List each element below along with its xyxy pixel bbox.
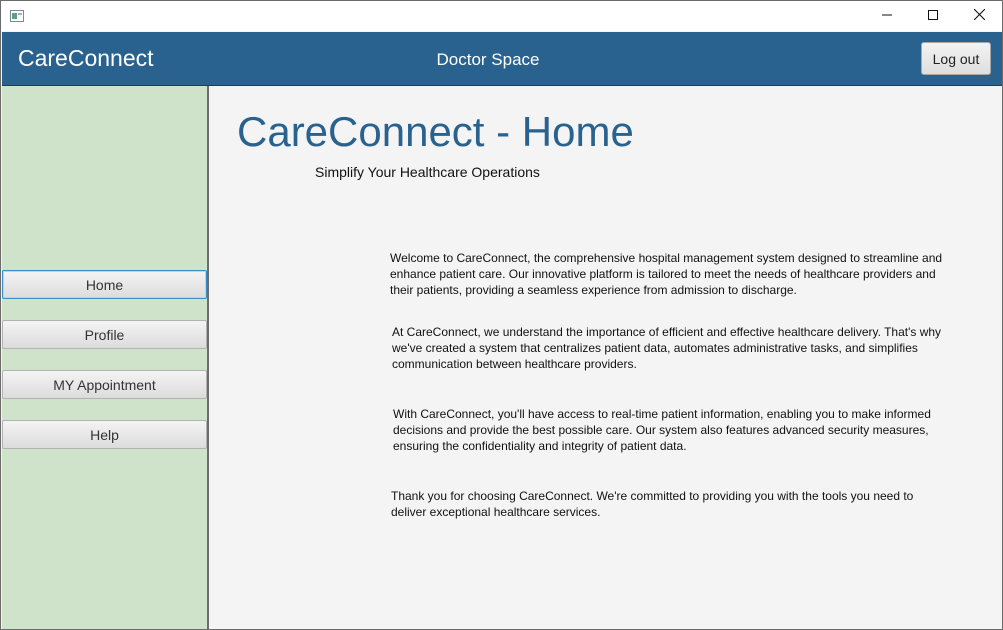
mission-paragraph: At CareConnect, we understand the import… — [392, 325, 942, 371]
minimize-icon — [882, 7, 892, 25]
maximize-button[interactable] — [910, 1, 956, 31]
logout-button[interactable]: Log out — [921, 42, 991, 75]
close-icon — [973, 7, 985, 25]
sidebar-item-help[interactable]: Help — [2, 420, 207, 449]
app-window-icon — [10, 9, 24, 22]
closing-paragraph: Thank you for choosing CareConnect. We'r… — [391, 489, 914, 519]
sidebar-item-my-appointment[interactable]: MY Appointment — [2, 370, 207, 399]
close-button[interactable] — [956, 1, 1002, 31]
main-content: CareConnect - Home Simplify Your Healthc… — [209, 86, 1002, 629]
intro-paragraph: Welcome to CareConnect, the comprehensiv… — [390, 251, 943, 297]
app-header: CareConnect Doctor Space Log out — [2, 32, 1002, 86]
sidebar: Home Profile MY Appointment Help — [2, 86, 209, 629]
minimize-button[interactable] — [864, 1, 910, 31]
space-title: Doctor Space — [436, 50, 540, 69]
features-paragraph: With CareConnect, you'll have access to … — [393, 407, 931, 453]
sidebar-item-home[interactable]: Home — [2, 270, 207, 299]
page-title: CareConnect - Home — [237, 108, 634, 155]
window-titlebar — [1, 1, 1002, 31]
app-window: CareConnect Doctor Space Log out Home Pr… — [0, 0, 1003, 630]
page-subtitle: Simplify Your Healthcare Operations — [315, 164, 540, 180]
maximize-icon — [928, 7, 938, 25]
sidebar-item-profile[interactable]: Profile — [2, 320, 207, 349]
